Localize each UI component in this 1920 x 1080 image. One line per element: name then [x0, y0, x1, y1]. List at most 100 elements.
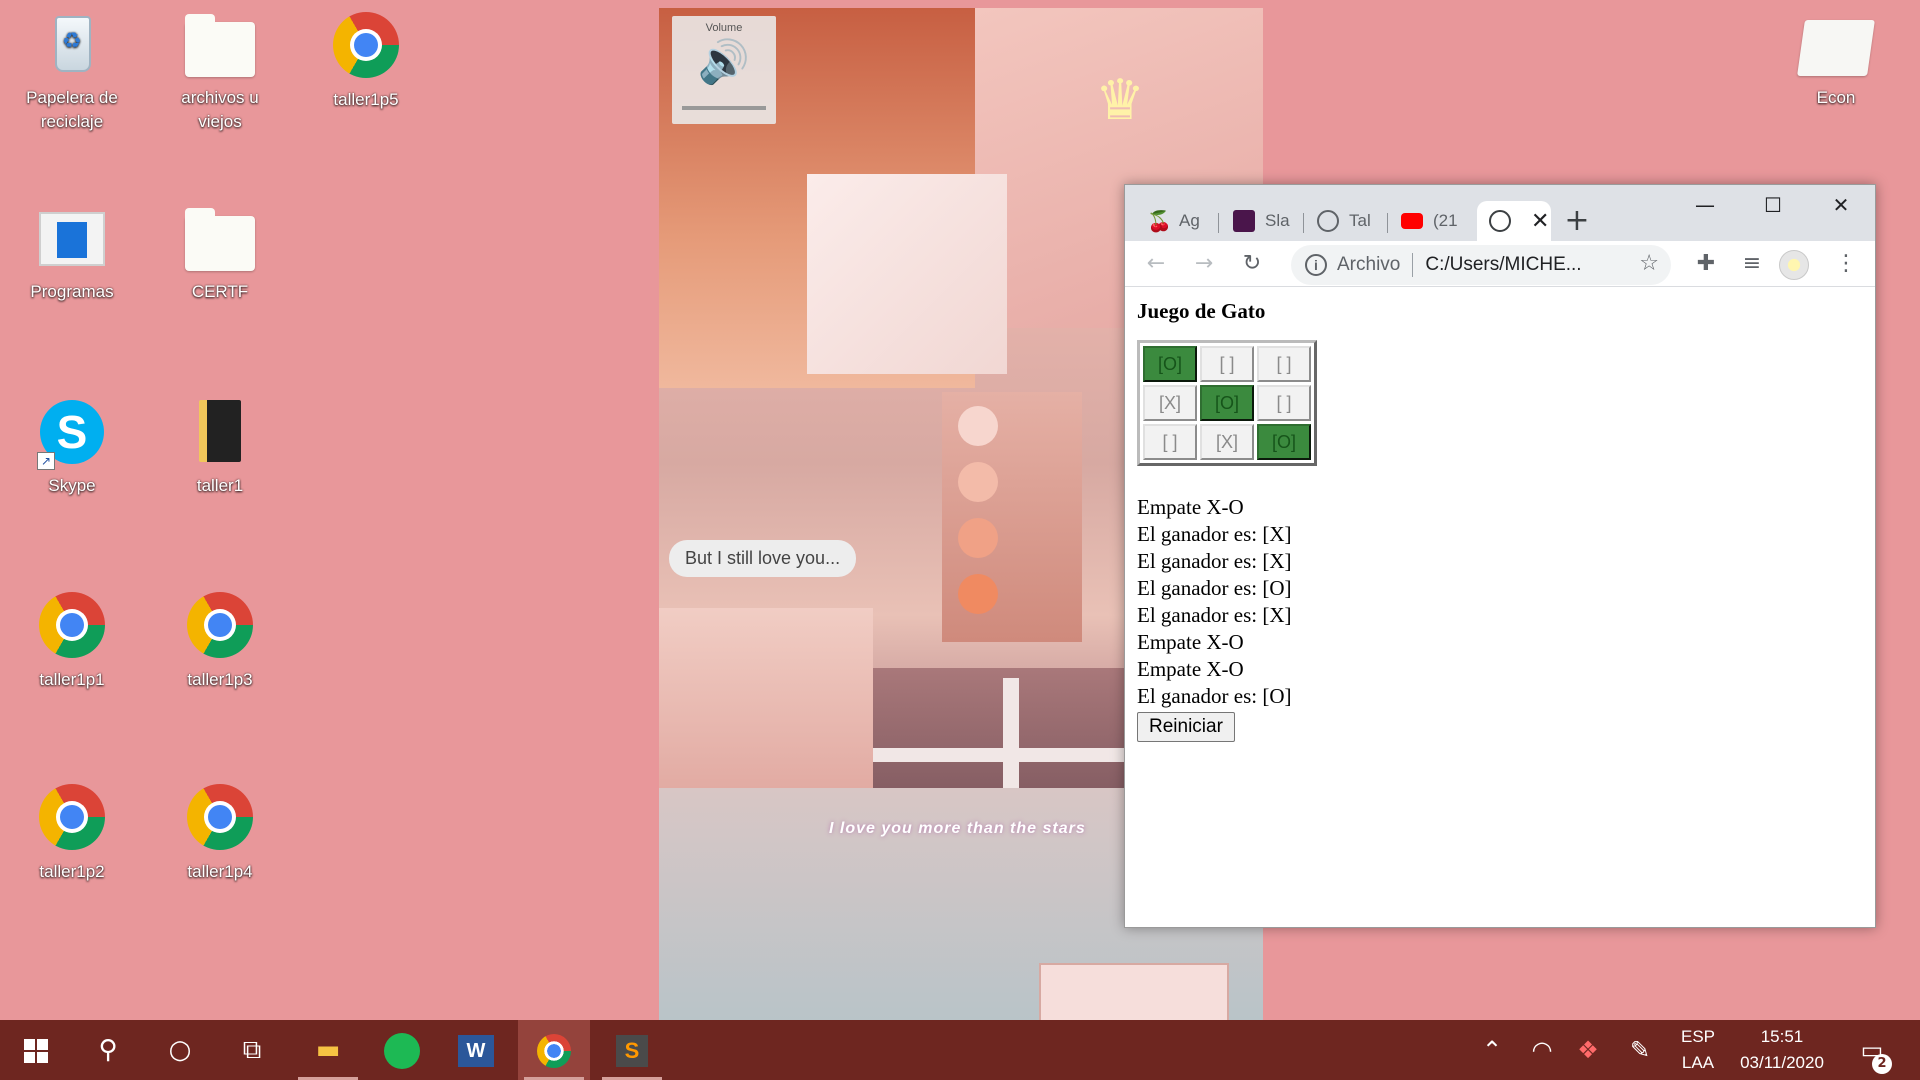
board-cell[interactable]: [ ]: [1257, 346, 1311, 382]
chevron-up-icon: ⌃: [1481, 1036, 1503, 1064]
youtube-icon: [1401, 213, 1423, 229]
media-control-button[interactable]: ≡: [1735, 247, 1769, 281]
result-line: El ganador es: [O]: [1137, 576, 1292, 600]
wallpaper-face-photo: [659, 608, 873, 788]
reload-button[interactable]: ↻: [1235, 247, 1269, 281]
more-vert-icon: ⋮: [1835, 251, 1857, 276]
recycle-bin-icon: [37, 10, 107, 80]
address-bar[interactable]: i Archivo C:/Users/MICHE... ☆: [1291, 245, 1671, 285]
clock[interactable]: 15:51 03/11/2020: [1732, 1020, 1832, 1080]
desktop-icon-label: taller1: [196, 476, 244, 495]
desktop-icon-taller1p2[interactable]: taller1p2: [12, 782, 132, 884]
cortana-button[interactable]: ○: [144, 1020, 216, 1080]
menu-button[interactable]: ⋮: [1829, 247, 1863, 281]
board-cell[interactable]: [O]: [1143, 346, 1197, 382]
speech-bubble: But I still love you...: [669, 540, 857, 577]
extensions-button[interactable]: ✚: [1689, 247, 1723, 281]
chrome-icon: [537, 1033, 571, 1068]
board-cell[interactable]: [ ]: [1257, 385, 1311, 421]
minimize-button[interactable]: —: [1671, 185, 1739, 225]
result-line: El ganador es: [X]: [1137, 603, 1292, 627]
tab-close-icon[interactable]: ✕: [1531, 209, 1549, 234]
clock-date: 03/11/2020: [1740, 1053, 1824, 1072]
taskbar-chrome[interactable]: [518, 1020, 590, 1080]
board-row: [O] [ ] [ ]: [1143, 346, 1311, 382]
restart-button[interactable]: Reiniciar: [1137, 712, 1235, 742]
desktop-icon-econ[interactable]: Econ: [1776, 10, 1896, 110]
close-window-button[interactable]: ✕: [1807, 185, 1875, 225]
bookmark-star-icon[interactable]: ☆: [1639, 251, 1659, 276]
tab-separator: [1303, 213, 1304, 233]
result-line: Empate X-O: [1137, 495, 1244, 519]
desktop-icon-taller1p4[interactable]: taller1p4: [160, 782, 280, 884]
tray-overflow-button[interactable]: ⌃: [1472, 1020, 1512, 1080]
taskbar-spotify[interactable]: [366, 1020, 438, 1080]
tray-pen-button[interactable]: ✎: [1620, 1020, 1660, 1080]
browser-window: 🍒 Ag Sla Tal (21 ✕ + — ☐ ✕ ← → ↻ i Archi…: [1124, 184, 1876, 928]
tab-slack[interactable]: Sla: [1221, 201, 1301, 241]
taskbar-word[interactable]: W: [440, 1020, 512, 1080]
desktop-icon-label: taller1p2: [39, 862, 105, 881]
search-button[interactable]: ⚲: [72, 1020, 144, 1080]
language-indicator[interactable]: ESP LAA: [1668, 1020, 1728, 1080]
result-line: El ganador es: [X]: [1137, 549, 1292, 573]
browser-toolbar: ← → ↻ i Archivo C:/Users/MICHE... ☆ ✚ ≡ …: [1125, 241, 1875, 287]
chrome-icon: [331, 12, 401, 82]
board-cell[interactable]: [O]: [1200, 385, 1254, 421]
clock-time: 15:51: [1760, 1027, 1804, 1046]
arrow-right-icon: →: [1194, 251, 1214, 276]
desktop-icon-taller1p3[interactable]: taller1p3: [160, 590, 280, 692]
profile-avatar[interactable]: [1779, 250, 1809, 280]
desktop-icon-label: Programas: [30, 282, 114, 301]
desktop-icon-label: Econ: [1816, 88, 1856, 107]
results-list: Empate X-O El ganador es: [X] El ganador…: [1137, 494, 1863, 710]
programs-icon: [37, 204, 107, 274]
file-explorer-icon: ▬: [315, 1035, 341, 1065]
back-button[interactable]: ←: [1139, 247, 1173, 281]
pen-icon: ✎: [1629, 1036, 1651, 1064]
result-line: Empate X-O: [1137, 630, 1244, 654]
desktop-icon-archivos[interactable]: archivos u viejos: [160, 10, 280, 134]
action-center-button[interactable]: ▭ 2: [1848, 1020, 1896, 1080]
tab-active-local-file[interactable]: ✕: [1477, 201, 1551, 241]
task-view-button[interactable]: ⧉: [216, 1020, 288, 1080]
forward-button[interactable]: →: [1187, 247, 1221, 281]
desktop-icon-programas[interactable]: Programas: [12, 204, 132, 304]
maximize-button[interactable]: ☐: [1739, 185, 1807, 225]
board-cell[interactable]: [X]: [1200, 424, 1254, 460]
desktop-icon-skype[interactable]: S ↗ Skype: [12, 398, 132, 498]
notification-count-badge: 2: [1872, 1054, 1892, 1074]
wifi-icon: ◠: [1531, 1036, 1553, 1064]
board-cell[interactable]: [ ]: [1200, 346, 1254, 382]
tray-dropbox-button[interactable]: ❖: [1568, 1020, 1608, 1080]
start-button[interactable]: [0, 1020, 72, 1080]
desktop-icon-taller1p1[interactable]: taller1p1: [12, 590, 132, 692]
desktop-icon-label: taller1p4: [187, 862, 253, 881]
tray-network-button[interactable]: ◠: [1522, 1020, 1562, 1080]
tab-label: Sla: [1265, 211, 1290, 230]
new-tab-button[interactable]: +: [1557, 201, 1597, 241]
taskbar-sublime-text[interactable]: S: [596, 1020, 668, 1080]
folder-icon: [185, 10, 255, 80]
taskbar-file-explorer[interactable]: ▬: [292, 1020, 364, 1080]
desktop-icon-label: taller1p1: [39, 670, 105, 689]
desktop-icon-label: taller1p3: [187, 670, 253, 689]
desktop-icon-recycle-bin[interactable]: Papelera de reciclaje: [12, 10, 132, 134]
desktop-icon-taller1p5[interactable]: taller1p5: [306, 10, 426, 112]
board-cell[interactable]: [O]: [1257, 424, 1311, 460]
desktop-icon-label: archivos u viejos: [181, 88, 259, 131]
tab-youtube[interactable]: (21: [1389, 201, 1473, 241]
info-icon[interactable]: i: [1305, 254, 1327, 276]
tab-separator: [1387, 213, 1388, 233]
language-bottom: LAA: [1681, 1053, 1715, 1072]
desktop-icon-taller1[interactable]: taller1: [160, 398, 280, 498]
tab-tal[interactable]: Tal: [1305, 201, 1385, 241]
tab-ag[interactable]: 🍒 Ag: [1135, 201, 1215, 241]
board-cell[interactable]: [ ]: [1143, 424, 1197, 460]
crown-icon: ♛: [1095, 68, 1146, 133]
desktop-icon-certf[interactable]: CERTF: [160, 204, 280, 304]
puzzle-icon: ✚: [1696, 251, 1716, 276]
board-cell[interactable]: [X]: [1143, 385, 1197, 421]
tab-label: Tal: [1349, 211, 1371, 230]
taskbar: ⚲ ○ ⧉ ▬ W S ⌃ ◠ ❖ ✎ ESP LAA 15:51 03/11/…: [0, 1020, 1920, 1080]
